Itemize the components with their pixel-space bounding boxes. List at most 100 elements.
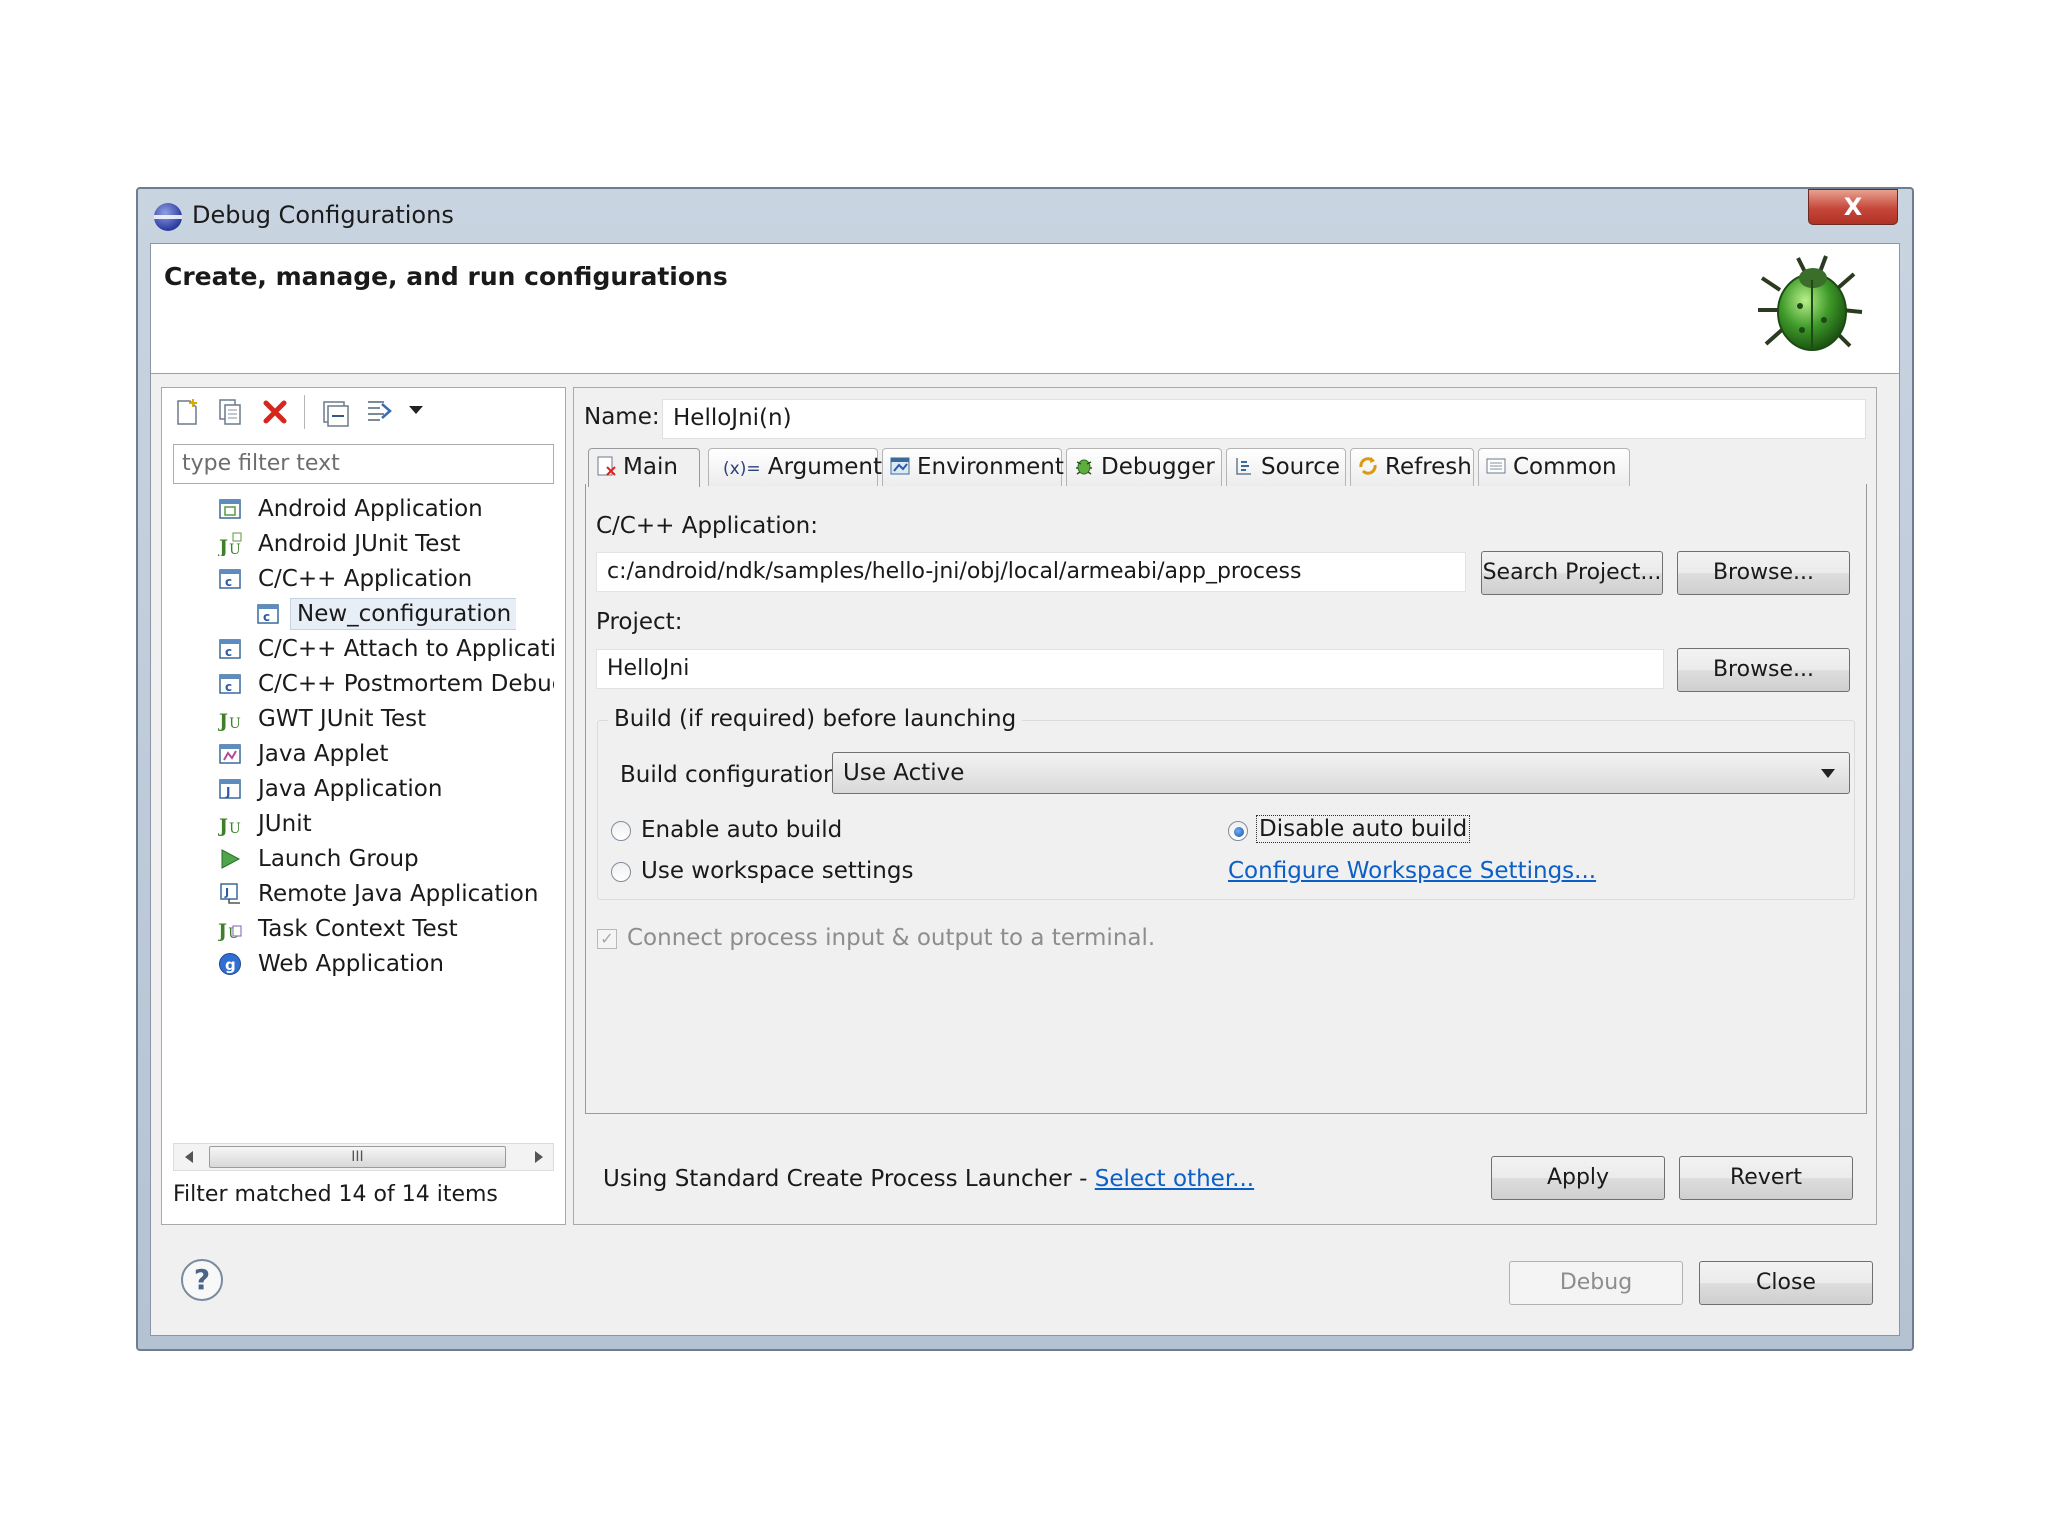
tab-refresh[interactable]: Refresh: [1350, 448, 1474, 486]
svg-text:U: U: [229, 542, 241, 556]
svg-text:J: J: [218, 710, 228, 731]
project-label: Project:: [596, 609, 683, 635]
debug-bug-icon: [1758, 255, 1863, 351]
svg-text:U: U: [229, 821, 241, 836]
tree-item-java-applet[interactable]: Java Applet: [218, 737, 554, 771]
svg-text:c: c: [263, 610, 270, 624]
junit-icon: JU: [218, 815, 241, 836]
tree-item-cpp-application[interactable]: c C/C++ Application: [218, 562, 554, 596]
enable-auto-build-label[interactable]: Enable auto build: [641, 817, 842, 843]
launcher-info: Using Standard Create Process Launcher -…: [603, 1166, 1254, 1192]
collapse-all-icon[interactable]: [320, 398, 350, 428]
disable-auto-build-radio[interactable]: [1228, 821, 1248, 841]
svg-text:J: J: [218, 920, 227, 941]
eclipse-app-icon: [154, 203, 182, 231]
svg-text:U: U: [229, 716, 241, 731]
tab-common[interactable]: Common: [1478, 448, 1630, 486]
tree-item-java-application[interactable]: J Java Application: [218, 772, 554, 806]
chevron-down-icon: [1821, 769, 1835, 778]
terminal-checkbox: ✓: [597, 929, 617, 949]
gwt-junit-icon: JU: [218, 710, 241, 731]
tree-item-cpp-attach[interactable]: c C/C++ Attach to Application: [218, 632, 554, 666]
use-workspace-settings-label[interactable]: Use workspace settings: [641, 858, 913, 884]
tree-item-launch-group[interactable]: Launch Group: [218, 842, 554, 876]
build-group-title: Build (if required) before launching: [608, 706, 1023, 732]
search-project-button[interactable]: Search Project...: [1481, 551, 1663, 595]
refresh-icon: [1359, 457, 1377, 475]
tree-item-new-configuration[interactable]: c New_configuration: [256, 597, 516, 631]
select-other-link[interactable]: Select other...: [1095, 1166, 1254, 1192]
cpp-config-icon: c: [257, 604, 279, 624]
terminal-checkbox-label: Connect process input & output to a term…: [627, 925, 1156, 951]
revert-button[interactable]: Revert: [1679, 1156, 1853, 1200]
window-title: Debug Configurations: [192, 201, 454, 229]
tab-environment[interactable]: Environment: [882, 448, 1064, 486]
build-configuration-select[interactable]: Use Active: [832, 752, 1850, 794]
filter-icon[interactable]: [364, 396, 394, 426]
environment-icon: [890, 457, 910, 475]
close-button[interactable]: Close: [1699, 1261, 1873, 1305]
project-input[interactable]: HelloJni: [596, 649, 1664, 689]
svg-text:J: J: [224, 886, 229, 899]
filter-status-text: Filter matched 14 of 14 items: [173, 1182, 498, 1207]
tree-item-web-application[interactable]: g Web Application: [218, 947, 554, 981]
tab-arguments[interactable]: (x)= Arguments: [708, 448, 894, 486]
cpp-application-path-input[interactable]: c:/android/ndk/samples/hello-jni/obj/loc…: [596, 552, 1466, 592]
browse-project-button[interactable]: Browse...: [1677, 648, 1850, 692]
cpp-postmortem-icon: c: [219, 674, 241, 694]
use-workspace-settings-radio[interactable]: [611, 862, 631, 882]
common-icon: [1486, 458, 1506, 474]
svg-text:c: c: [225, 575, 232, 589]
svg-text:c: c: [225, 645, 232, 659]
svg-text:J: J: [218, 536, 228, 556]
browse-application-button[interactable]: Browse...: [1677, 551, 1850, 595]
svg-text:c: c: [225, 680, 232, 694]
configure-workspace-settings-link[interactable]: Configure Workspace Settings...: [1228, 858, 1596, 884]
arguments-icon: (x)=: [723, 459, 761, 479]
scroll-thumb[interactable]: III: [209, 1146, 506, 1168]
apply-button[interactable]: Apply: [1491, 1156, 1665, 1200]
tree-item-android-application[interactable]: Android Application: [218, 492, 554, 526]
name-label: Name:: [584, 404, 660, 430]
tree-item-gwt-junit-test[interactable]: JU GWT JUnit Test: [218, 702, 554, 736]
task-context-icon: JU: [218, 920, 242, 941]
tab-main[interactable]: Main: [588, 448, 700, 487]
svg-text:g: g: [225, 956, 236, 974]
java-applet-icon: [219, 744, 241, 764]
launch-config-tree: Android Application JU Android JUnit Tes…: [218, 492, 554, 982]
tab-source[interactable]: Source: [1226, 448, 1346, 486]
enable-auto-build-radio[interactable]: [611, 821, 631, 841]
filter-input[interactable]: type filter text: [173, 444, 554, 484]
cpp-application-label: C/C++ Application:: [596, 513, 818, 539]
tab-debugger[interactable]: Debugger: [1066, 448, 1222, 486]
cpp-attach-icon: c: [219, 639, 241, 659]
debug-button[interactable]: Debug: [1509, 1261, 1683, 1305]
scroll-left-arrow-icon[interactable]: [183, 1150, 195, 1164]
window-close-button[interactable]: X: [1808, 189, 1898, 225]
disable-auto-build-label[interactable]: Disable auto build: [1256, 815, 1471, 843]
svg-text:J: J: [225, 785, 230, 799]
tree-item-task-context-test[interactable]: JU Task Context Test: [218, 912, 554, 946]
config-name-input[interactable]: HelloJni(n): [662, 399, 1866, 439]
tree-item-remote-java[interactable]: J Remote Java Application: [218, 877, 554, 911]
tree-item-android-junit-test[interactable]: JU Android JUnit Test: [218, 527, 554, 561]
toolbar-separator: [304, 395, 305, 429]
new-launch-config-icon[interactable]: [172, 397, 202, 427]
scroll-right-arrow-icon[interactable]: [533, 1150, 545, 1164]
launch-group-icon: [221, 849, 241, 869]
svg-text:J: J: [218, 815, 228, 836]
tree-item-junit[interactable]: JU JUnit: [218, 807, 554, 841]
web-app-icon: g: [219, 953, 241, 975]
build-configuration-label: Build configuration:: [620, 762, 846, 788]
help-icon[interactable]: ?: [181, 1259, 223, 1301]
duplicate-icon[interactable]: [215, 397, 245, 427]
dropdown-arrow-icon[interactable]: [408, 404, 424, 416]
remote-java-icon: J: [220, 883, 240, 904]
debugger-icon: [1076, 459, 1092, 475]
tree-item-cpp-postmortem[interactable]: c C/C++ Postmortem Debugge: [218, 667, 554, 701]
delete-icon[interactable]: [260, 397, 290, 427]
main-tab-icon: [597, 456, 616, 476]
java-app-icon: J: [219, 779, 241, 799]
android-app-icon: [219, 499, 241, 519]
source-icon: [1236, 458, 1251, 475]
